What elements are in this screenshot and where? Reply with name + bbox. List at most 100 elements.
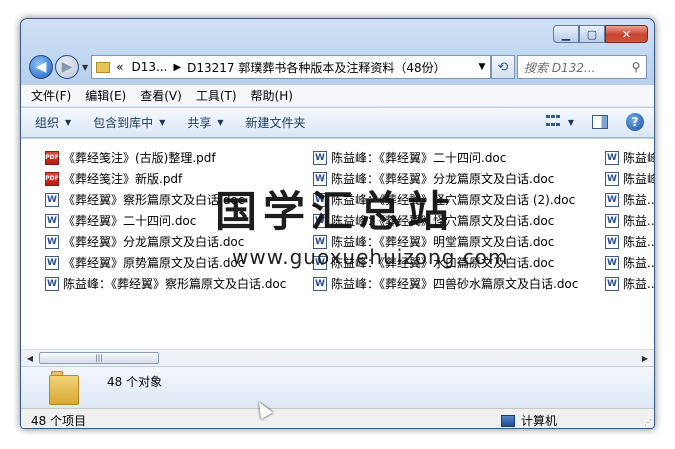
details-pane: 48 个对象 xyxy=(21,366,654,408)
file-item[interactable]: W 《葬经翼》分龙篇原文及白话.doc xyxy=(45,231,313,252)
file-name: 陈益... xyxy=(623,235,654,249)
file-name: 陈益峰：《葬经翼》望气篇原文及白话.doc xyxy=(623,151,654,165)
breadcrumb-separator-icon[interactable]: ▶ xyxy=(173,62,181,73)
file-item[interactable]: PDF 《葬经笺注》(古版)整理.pdf xyxy=(45,147,313,168)
scroll-thumb[interactable]: ||| xyxy=(39,352,159,364)
file-item[interactable]: W 陈益... xyxy=(605,210,654,231)
file-name: 陈益峰：《葬经翼》峡论篇原文及白话 (2).doc xyxy=(623,172,654,186)
view-options-icon[interactable] xyxy=(545,115,562,129)
scroll-right-icon[interactable]: ▶ xyxy=(638,352,652,364)
file-item[interactable]: W 陈益... xyxy=(605,231,654,252)
organize-button[interactable]: 组织 ▼ xyxy=(35,114,71,131)
word-doc-icon: W xyxy=(605,192,619,207)
pdf-file-icon: PDF xyxy=(45,150,59,165)
new-folder-label: 新建文件夹 xyxy=(245,116,306,130)
toolbar-right: ▼ ? xyxy=(545,113,644,131)
address-root[interactable]: D13... xyxy=(132,60,168,74)
address-row: ◀ ▶ ▼ « D13... ▶ D13217 郭璞葬书各种版本及注释资料（48… xyxy=(29,53,647,81)
explorer-window: ▁ ▢ ✕ ◀ ▶ ▼ « D13... ▶ D13217 郭璞葬书各种版本及注… xyxy=(20,18,655,429)
maximize-button[interactable]: ▢ xyxy=(579,25,605,43)
menu-file[interactable]: 文件(F) xyxy=(31,87,71,104)
file-item[interactable]: W 陈益峰：《葬经翼》怪穴篇原文及白话 (2).doc xyxy=(313,189,605,210)
file-item[interactable]: W 陈益峰：《葬经翼》明堂篇原文及白话.doc xyxy=(313,231,605,252)
word-doc-icon: W xyxy=(605,255,619,270)
include-library-button[interactable]: 包含到库中 ▼ xyxy=(93,114,165,131)
search-icon[interactable]: ⚲ xyxy=(626,60,646,74)
file-item[interactable]: W 《葬经翼》二十四问.doc xyxy=(45,210,313,231)
menu-view[interactable]: 查看(V) xyxy=(140,87,182,104)
file-item[interactable]: PDF 《葬经笺注》新版.pdf xyxy=(45,168,313,189)
share-button[interactable]: 共享 ▼ xyxy=(187,114,223,131)
word-doc-icon: W xyxy=(313,255,327,270)
file-item[interactable]: W 陈益峰：《葬经翼》峡论篇原文及白话 (2).doc xyxy=(605,168,654,189)
back-button[interactable]: ◀ xyxy=(29,55,53,79)
preview-pane-icon[interactable] xyxy=(592,115,608,129)
chevron-down-icon: ▼ xyxy=(159,118,166,127)
file-name: 陈益峰：《葬经翼》怪穴篇原文及白话.doc xyxy=(331,214,555,228)
file-name: 陈益... xyxy=(623,277,654,291)
refresh-button[interactable]: ⟲ xyxy=(491,55,515,79)
chevron-down-icon: ▼ xyxy=(65,118,72,127)
word-doc-icon: W xyxy=(313,171,327,186)
word-doc-icon: W xyxy=(313,234,327,249)
menu-edit[interactable]: 编辑(E) xyxy=(85,87,126,104)
computer-icon xyxy=(501,414,515,427)
location-label: 计算机 xyxy=(521,414,558,428)
word-doc-icon: W xyxy=(45,276,59,291)
close-button[interactable]: ✕ xyxy=(605,25,648,43)
file-name: 《葬经笺注》新版.pdf xyxy=(63,172,183,186)
word-doc-icon: W xyxy=(605,213,619,228)
search-input[interactable]: 搜索 D132... ⚲ xyxy=(517,55,647,79)
file-item[interactable]: W 陈益峰：《葬经翼》分龙篇原文及白话.doc xyxy=(313,168,605,189)
forward-button[interactable]: ▶ xyxy=(55,55,79,79)
menu-help[interactable]: 帮助(H) xyxy=(251,87,293,104)
word-doc-icon: W xyxy=(45,255,59,270)
address-bar[interactable]: « D13... ▶ D13217 郭璞葬书各种版本及注释资料（48份） ▼ xyxy=(91,55,491,79)
chevron-down-icon: ▼ xyxy=(217,118,224,127)
file-item[interactable]: W 《葬经翼》察形篇原文及白话.doc xyxy=(45,189,313,210)
word-doc-icon: W xyxy=(313,276,327,291)
share-label: 共享 xyxy=(187,116,212,130)
file-name: 陈益峰：《葬经翼》察形篇原文及白话.doc xyxy=(63,277,287,291)
address-path[interactable]: D13217 郭璞葬书各种版本及注释资料（48份） xyxy=(187,59,474,76)
word-doc-icon: W xyxy=(605,171,619,186)
horizontal-scrollbar[interactable]: ◀ ||| ▶ xyxy=(21,349,654,366)
object-count: 48 个对象 xyxy=(107,375,163,389)
file-name: 陈益峰：《葬经翼》分龙篇原文及白话.doc xyxy=(331,172,555,186)
help-icon[interactable]: ? xyxy=(626,113,644,131)
organize-label: 组织 xyxy=(35,116,60,130)
file-item[interactable]: W 陈益峰：《葬经翼》察形篇原文及白话.doc xyxy=(45,273,313,294)
file-item[interactable]: W 陈益峰：《葬经翼》怪穴篇原文及白话.doc xyxy=(313,210,605,231)
file-name: 陈益... xyxy=(623,214,654,228)
word-doc-icon: W xyxy=(605,150,619,165)
file-name: 陈益峰：《葬经翼》怪穴篇原文及白话 (2).doc xyxy=(331,193,576,207)
file-item[interactable]: W 《葬经翼》原势篇原文及白话.doc xyxy=(45,252,313,273)
file-item[interactable]: W 陈益峰：《葬经翼》四兽砂水篇原文及白话.doc xyxy=(313,273,605,294)
address-dropdown-icon[interactable]: ▼ xyxy=(474,62,490,72)
menu-tools[interactable]: 工具(T) xyxy=(196,87,237,104)
file-name: 《葬经笺注》(古版)整理.pdf xyxy=(63,151,216,165)
file-item[interactable]: W 陈益峰：《葬经翼》水口篇原文及白话.doc xyxy=(313,252,605,273)
file-item[interactable]: W 陈益... xyxy=(605,273,654,294)
file-item[interactable]: W 陈益... xyxy=(605,252,654,273)
recent-pages-dropdown[interactable]: ▼ xyxy=(82,63,88,72)
minimize-button[interactable]: ▁ xyxy=(553,25,579,43)
window-controls: ▁ ▢ ✕ xyxy=(553,25,648,43)
file-name: 陈益峰：《葬经翼》明堂篇原文及白话.doc xyxy=(331,235,555,249)
address-prefix[interactable]: « xyxy=(116,60,123,74)
pdf-file-icon: PDF xyxy=(45,171,59,186)
new-folder-button[interactable]: 新建文件夹 xyxy=(246,114,306,131)
menu-bar: 文件(F) 编辑(E) 查看(V) 工具(T) 帮助(H) xyxy=(21,85,654,107)
word-doc-icon: W xyxy=(313,150,327,165)
scroll-left-icon[interactable]: ◀ xyxy=(23,352,37,364)
view-dropdown-icon[interactable]: ▼ xyxy=(568,118,574,127)
word-doc-icon: W xyxy=(45,234,59,249)
search-placeholder: 搜索 D132... xyxy=(524,60,596,75)
file-item[interactable]: W 陈益峰：《葬经翼》望气篇原文及白话.doc xyxy=(605,147,654,168)
file-name: 《葬经翼》分龙篇原文及白话.doc xyxy=(63,235,245,249)
file-item[interactable]: W 陈益峰：《葬经翼》二十四问.doc xyxy=(313,147,605,168)
large-folder-icon xyxy=(49,371,79,405)
resize-grip-icon[interactable]: ⋰ xyxy=(644,418,652,427)
file-item[interactable]: W 陈益... xyxy=(605,189,654,210)
status-location: 计算机 xyxy=(501,412,558,428)
